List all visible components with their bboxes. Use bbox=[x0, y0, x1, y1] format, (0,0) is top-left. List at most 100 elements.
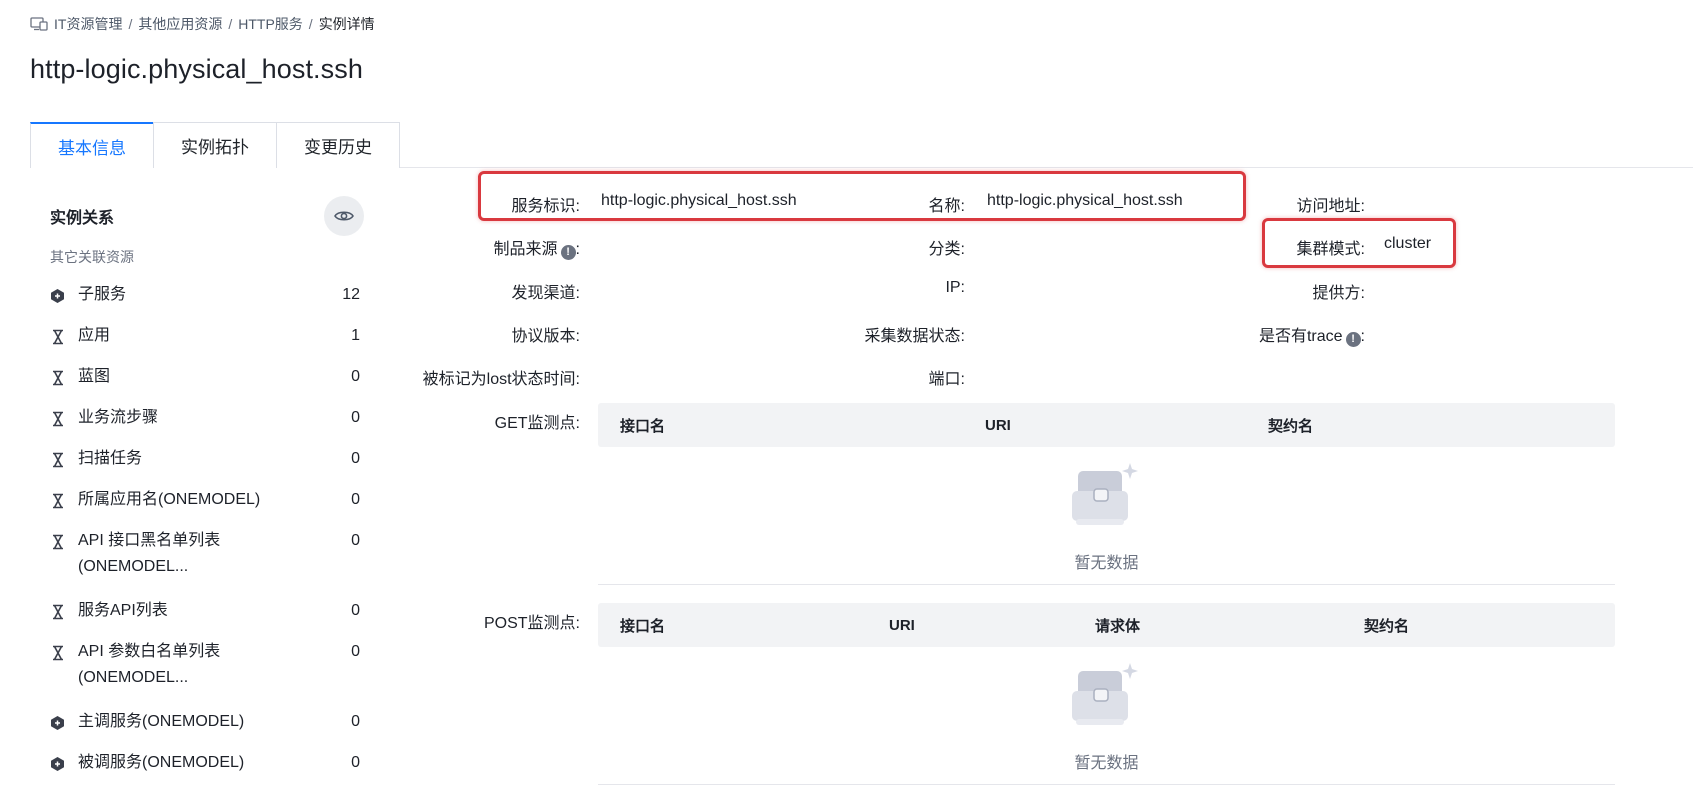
get-monitor-table: 接口名 URI 契约名 暂无数据 bbox=[598, 403, 1615, 585]
list-item-label: 应用 bbox=[78, 325, 330, 347]
tab-divider bbox=[400, 167, 1693, 168]
list-item[interactable]: 子服务 12 bbox=[50, 276, 360, 317]
tab-bar: 基本信息 实例拓扑 变更历史 bbox=[30, 122, 400, 168]
list-item-label: 服务API列表 bbox=[78, 600, 330, 622]
hourglass-icon bbox=[50, 369, 65, 386]
breadcrumb-separator: / bbox=[228, 16, 233, 32]
list-item-label: API 参数白名单列表 (ONEMODEL... bbox=[78, 641, 330, 689]
tab-instance-topology[interactable]: 实例拓扑 bbox=[153, 122, 277, 168]
breadcrumb: IT资源管理 / 其他应用资源 / HTTP服务 / 实例详情 bbox=[30, 14, 375, 34]
provider-label: 提供方: bbox=[1312, 285, 1365, 302]
tab-basic-info[interactable]: 基本信息 bbox=[30, 122, 154, 168]
column-header: URI bbox=[889, 616, 915, 634]
list-item-label: 被调服务(ONEMODEL) bbox=[78, 752, 330, 774]
breadcrumb-separator: / bbox=[308, 16, 313, 32]
list-item[interactable]: API 参数白名单列表 (ONEMODEL... 0 bbox=[50, 633, 360, 703]
list-item[interactable]: 主调服务(ONEMODEL) 0 bbox=[50, 703, 360, 744]
ip-label: IP: bbox=[945, 279, 965, 296]
list-item-label: 所属应用名(ONEMODEL) bbox=[78, 489, 330, 511]
list-item-label-line: 主调服务(ONEMODEL) bbox=[78, 713, 245, 730]
list-item-label-line: 应用 bbox=[78, 327, 111, 344]
get-monitor-label: GET监测点: bbox=[494, 415, 580, 432]
toggle-visibility-button[interactable] bbox=[324, 196, 364, 236]
category-label: 分类: bbox=[928, 241, 965, 258]
port-label: 端口: bbox=[928, 371, 965, 388]
list-item-label-line: 业务流步骤 bbox=[78, 409, 159, 426]
empty-text: 暂无数据 bbox=[1074, 555, 1139, 572]
discovery-channel-label: 发现渠道: bbox=[511, 285, 580, 302]
column-header: 契约名 bbox=[1268, 417, 1314, 435]
hexagon-icon bbox=[50, 714, 65, 731]
lost-time-label: 被标记为lost状态时间: bbox=[422, 371, 580, 388]
list-item-count: 0 bbox=[351, 491, 360, 508]
hexagon-icon bbox=[50, 287, 65, 304]
hexagon-icon bbox=[50, 755, 65, 772]
list-item-label: 扫描任务 bbox=[78, 448, 330, 470]
hourglass-icon bbox=[50, 328, 65, 345]
highlight-box-cluster bbox=[1262, 218, 1456, 268]
collect-status-label: 采集数据状态: bbox=[864, 328, 965, 345]
column-header: 接口名 bbox=[620, 417, 666, 435]
list-item[interactable]: 业务流步骤 0 bbox=[50, 399, 360, 440]
product-source-label: 制品来源!: bbox=[493, 241, 580, 260]
hourglass-icon bbox=[50, 492, 65, 509]
list-item-label-line: 服务API列表 bbox=[78, 602, 168, 619]
list-item-count: 0 bbox=[351, 409, 360, 426]
list-item-count: 12 bbox=[342, 286, 360, 303]
list-item-label-line: (ONEMODEL... bbox=[78, 669, 189, 686]
empty-text: 暂无数据 bbox=[1074, 755, 1139, 772]
list-item-label-line: API 参数白名单列表 bbox=[78, 643, 221, 660]
table-header: 接口名 URI 请求体 契约名 bbox=[598, 603, 1615, 647]
list-item-label-line: 所属应用名(ONEMODEL) bbox=[78, 491, 261, 508]
breadcrumb-item-other-apps[interactable]: 其他应用资源 bbox=[138, 14, 222, 34]
list-item-label-line: (ONEMODEL... bbox=[78, 558, 189, 575]
list-item[interactable]: 服务API列表 0 bbox=[50, 592, 360, 633]
breadcrumb-item-http-service[interactable]: HTTP服务 bbox=[238, 14, 303, 34]
tab-change-history[interactable]: 变更历史 bbox=[276, 122, 400, 168]
sidebar-subtitle: 其它关联资源 bbox=[50, 249, 134, 265]
eye-icon bbox=[334, 211, 354, 221]
hourglass-icon bbox=[50, 451, 65, 468]
breadcrumb-item-it-resource[interactable]: IT资源管理 bbox=[54, 14, 122, 34]
list-item-count: 0 bbox=[351, 643, 360, 660]
hourglass-icon bbox=[50, 644, 65, 661]
breadcrumb-separator: / bbox=[128, 16, 133, 32]
post-monitor-table: 接口名 URI 请求体 契约名 暂无数据 bbox=[598, 603, 1615, 785]
list-item[interactable]: 扫描任务 0 bbox=[50, 440, 360, 481]
breadcrumb-current: 实例详情 bbox=[318, 16, 375, 32]
list-item[interactable]: 蓝图 0 bbox=[50, 358, 360, 399]
list-item-count: 1 bbox=[351, 327, 360, 344]
list-item[interactable]: 应用 1 bbox=[50, 317, 360, 358]
info-icon[interactable]: ! bbox=[1345, 332, 1361, 347]
empty-state: 暂无数据 bbox=[598, 447, 1615, 585]
column-header: URI bbox=[985, 416, 1011, 434]
protocol-version-label: 协议版本: bbox=[511, 328, 580, 345]
list-item[interactable]: API 接口黑名单列表 (ONEMODEL... 0 bbox=[50, 522, 360, 592]
page-title: http-logic.physical_host.ssh bbox=[30, 54, 363, 84]
info-icon[interactable]: ! bbox=[560, 245, 576, 260]
list-item-label: 主调服务(ONEMODEL) bbox=[78, 711, 330, 733]
list-item-count: 0 bbox=[351, 450, 360, 467]
list-item-label: 子服务 bbox=[78, 284, 330, 306]
resource-icon bbox=[30, 17, 48, 31]
list-item-count: 0 bbox=[351, 713, 360, 730]
list-item-label: API 接口黑名单列表 (ONEMODEL... bbox=[78, 530, 330, 578]
list-item-label: 蓝图 bbox=[78, 366, 330, 388]
list-item-label-line: API 接口黑名单列表 bbox=[78, 532, 221, 549]
column-header: 契约名 bbox=[1364, 617, 1410, 635]
list-item-label-line: 蓝图 bbox=[78, 368, 111, 385]
empty-state: 暂无数据 bbox=[598, 647, 1615, 785]
list-item-label-line: 子服务 bbox=[78, 286, 127, 303]
list-item-count: 0 bbox=[351, 532, 360, 549]
list-item[interactable]: 被调服务(ONEMODEL) 0 bbox=[50, 744, 360, 785]
related-resource-list: 子服务 12 应用 1 蓝图 0 业务流步骤 0 扫描任务 0 所属应用名(ONEMODEL) 0 AP… bbox=[50, 276, 360, 785]
sidebar-title: 实例关系 bbox=[50, 210, 115, 227]
list-item-label: 业务流步骤 bbox=[78, 407, 330, 429]
access-address-label: 访问地址: bbox=[1296, 198, 1365, 215]
empty-box-icon bbox=[1072, 663, 1138, 725]
empty-box-icon bbox=[1072, 463, 1138, 525]
list-item[interactable]: 所属应用名(ONEMODEL) 0 bbox=[50, 481, 360, 522]
column-header: 请求体 bbox=[1095, 617, 1141, 635]
has-trace-label: 是否有trace!: bbox=[1258, 328, 1365, 347]
highlight-box-service bbox=[478, 171, 1246, 221]
